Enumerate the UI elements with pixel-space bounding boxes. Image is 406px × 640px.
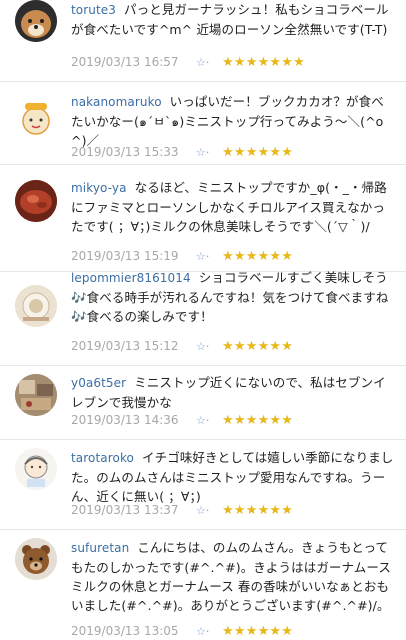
favorite-star-icon[interactable]: ☆· [196,504,222,517]
avatar[interactable] [15,285,57,327]
comment-date: 2019/03/13 14:36 [71,413,179,427]
comment-item: lepommier8161014 ショコラベールすごく美味しそう🎶食べる時手が汚れ… [0,270,406,366]
comment-date: 2019/03/13 16:57 [71,55,179,69]
comment-meta: 2019/03/13 13:05 ☆· ★★★★★★ [71,622,293,640]
avatar[interactable] [15,448,57,490]
rating-stars: ★★★★★★ [222,248,294,264]
avatar[interactable] [15,97,57,139]
username-link[interactable]: lepommier8161014 [71,271,191,285]
comment-date: 2019/03/13 15:12 [71,339,179,353]
rating-stars: ★★★★★★★ [222,54,305,70]
comment-item: nakanomaruko いっぱいだー！ブックカカオ？が食べたいかなー(๑´ㅂ`๑… [0,82,406,165]
comment-text: パっと見ガーナラッシュ！私もショコラベールが食べたいです^m^ 近場のローソン全… [71,2,389,37]
comment-body: torute3 パっと見ガーナラッシュ！私もショコラベールが食べたいです^m^ 近… [71,0,394,39]
comment-date: 2019/03/13 15:33 [71,145,179,159]
comment-meta: 2019/03/13 16:57 ☆· ★★★★★★★ [71,53,305,71]
comment-body: lepommier8161014 ショコラベールすごく美味しそう🎶食べる時手が汚れ… [71,268,394,326]
comment-item: tarotaroko イチゴ味好きとしては嬉しい季節になりました。のムのムさんはミ… [0,440,406,530]
username-link[interactable]: sufuretan [71,541,129,555]
comment-date: 2019/03/13 15:19 [71,249,179,263]
comment-date: 2019/03/13 13:37 [71,503,179,517]
comment-item: mikyo-ya なるほど、ミニストップですか_φ(・_・帰路にファミマとローソン… [0,165,406,272]
avatar[interactable] [15,374,57,416]
comment-meta: 2019/03/13 15:33 ☆· ★★★★★★ [71,143,293,161]
avatar[interactable] [15,538,57,580]
comment-date: 2019/03/13 13:05 [71,624,179,638]
rating-stars: ★★★★★★ [222,144,294,160]
rating-stars: ★★★★★★ [222,338,294,354]
username-link[interactable]: tarotaroko [71,451,134,465]
comment-meta: 2019/03/13 13:37 ☆· ★★★★★★ [71,501,293,519]
comment-body: sufuretan こんにちは、のムのムさん。きょうもとってもたのしかったです(#… [71,538,394,615]
comment-meta: 2019/03/13 14:36 ☆· ★★★★★★ [71,411,293,429]
comment-body: nakanomaruko いっぱいだー！ブックカカオ？が食べたいかなー(๑´ㅂ`๑… [71,92,394,150]
avatar[interactable] [15,0,57,42]
comment-body: tarotaroko イチゴ味好きとしては嬉しい季節になりました。のムのムさんはミ… [71,448,394,506]
comment-item: y0a6t5er ミニストップ近くにないので、私はセブンイレブンで我慢かな 201… [0,366,406,440]
favorite-star-icon[interactable]: ☆· [196,340,222,353]
favorite-star-icon[interactable]: ☆· [196,625,222,638]
rating-stars: ★★★★★★ [222,623,294,639]
username-link[interactable]: y0a6t5er [71,376,126,390]
favorite-star-icon[interactable]: ☆· [196,250,222,263]
comment-item: sufuretan こんにちは、のムのムさん。きょうもとってもたのしかったです(#… [0,530,406,640]
username-link[interactable]: mikyo-ya [71,181,127,195]
rating-stars: ★★★★★★ [222,502,294,518]
favorite-star-icon[interactable]: ☆· [196,56,222,69]
comment-body: mikyo-ya なるほど、ミニストップですか_φ(・_・帰路にファミマとローソン… [71,178,394,236]
comment-meta: 2019/03/13 15:12 ☆· ★★★★★★ [71,337,293,355]
favorite-star-icon[interactable]: ☆· [196,414,222,427]
favorite-star-icon[interactable]: ☆· [196,146,222,159]
comment-item: torute3 パっと見ガーナラッシュ！私もショコラベールが食べたいです^m^ 近… [0,0,406,82]
comment-body: y0a6t5er ミニストップ近くにないので、私はセブンイレブンで我慢かな [71,373,394,412]
username-link[interactable]: torute3 [71,3,116,17]
comment-meta: 2019/03/13 15:19 ☆· ★★★★★★ [71,247,293,265]
username-link[interactable]: nakanomaruko [71,95,162,109]
avatar[interactable] [15,180,57,222]
rating-stars: ★★★★★★ [222,412,294,428]
